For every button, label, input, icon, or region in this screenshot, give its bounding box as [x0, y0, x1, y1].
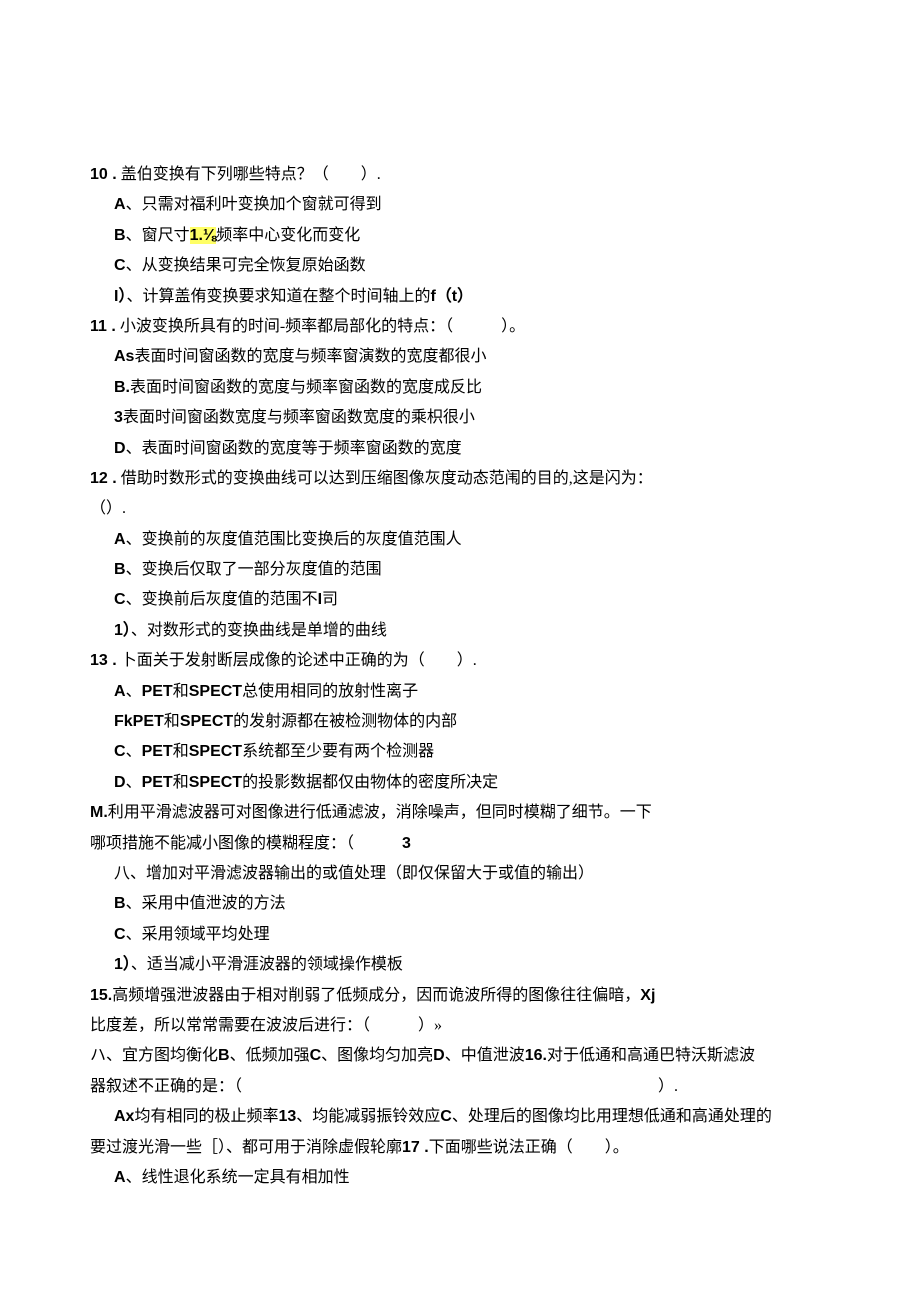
q14-option-c: C、采用领域平均处理 [90, 920, 830, 950]
q13-option-b: FkPET和SPECT的发射源都在被检测物体的内部 [90, 707, 830, 737]
q12-option-b: B、变换后仅取了一部分灰度值的范围 [90, 555, 830, 585]
q10-option-b: B、窗尺寸1.⅛频率中心变化而变化 [90, 221, 830, 251]
q12-stem-cont: （）. [90, 494, 830, 524]
q11-option-b: B.表面时间窗函数的宽度与频率窗函数的宽度成反比 [90, 373, 830, 403]
q12-stem: 12 . 借助时数形式的变换曲线可以达到压缩图像灰度动态范闱的目的,这是闪为： [90, 464, 830, 494]
highlighted-text: 1.⅛ [190, 227, 217, 244]
q13-option-d: D、PET和SPECT的投影数据都仅由物体的密度所决定 [90, 768, 830, 798]
q14-option-d: 1）、适当减小平滑涯波器的领域操作模板 [90, 950, 830, 980]
q15-q16-options-line: ハ、宜方图均衡化B、低频加强C、图像均匀加亮D、中值泄波16.对于低通和高通巴特… [90, 1041, 830, 1071]
q11-option-a: As表面时间窗函数的宽度与频率窗演数的宽度都很小 [90, 342, 830, 372]
q14-stem: M.利用平滑滤波器可对图像进行低通滤波，消除噪声，但同时模糊了细节。一下 [90, 798, 830, 828]
q10-stem: 10 . 盖伯变换有下列哪些特点？（ ）. [90, 160, 830, 190]
q13-option-c: C、PET和SPECT系统都至少要有两个检测器 [90, 737, 830, 767]
q11-option-c: 3表面时间窗函数宽度与频率窗函数宽度的乘枳很小 [90, 403, 830, 433]
q10-number: 10 . [90, 166, 117, 183]
q14-stem-cont: 哪项措施不能减小图像的模糊程度：（ 3 [90, 829, 830, 859]
q12-option-a: A、变换前的灰度值范围比变换后的灰度值范围人 [90, 525, 830, 555]
q15-stem-cont: 比度差，所以常常需要在波波后进行：（ ）» [90, 1011, 830, 1041]
q11-option-d: D、表面时间窗函数的宽度等于频率窗函数的宽度 [90, 434, 830, 464]
q10-option-a: A、只需对福利叶变换加个窗就可得到 [90, 190, 830, 220]
q11-stem: 11 . 小波变换所具有的时间-频率都局部化的特点：（ ）。 [90, 312, 830, 342]
q16-options: Ax均有相同的极止频率13、均能减弱振铃效应C、处理后的图像均比用理想低通和高通… [90, 1102, 830, 1132]
q14-option-a: 八、增加对平滑滤波器输出的或值处理（即仅保留大于或值的输出） [90, 859, 830, 889]
q12-option-c: C、变换前后灰度值的范围不I司 [90, 585, 830, 615]
q13-option-a: A、PET和SPECT总使用相同的放射性离子 [90, 677, 830, 707]
q12-option-d: 1）、对数形式的变换曲线是单增的曲线 [90, 616, 830, 646]
q15-stem: 15.高频增强泄波器由于相对削弱了低频成分，因而诡波所得的图像往往偏暗，Xj [90, 981, 830, 1011]
document-page: 10 . 盖伯变换有下列哪些特点？（ ）. A、只需对福利叶变换加个窗就可得到 … [0, 0, 920, 1301]
q16-q17-line: 要过渡光滑一些［）、都可用于消除虚假轮廓17 .下面哪些说法正确（ ）。 [90, 1133, 830, 1163]
q10-stem-text: 盖伯变换有下列哪些特点？（ ）. [121, 166, 381, 183]
q10-option-d: I）、计算盖侑变换要求知道在整个时间轴上的f（t） [90, 282, 830, 312]
q16-stem-cont: 器叙述不正确的是：（ ）. [90, 1072, 830, 1102]
q14-option-b: B、采用中值泄波的方法 [90, 889, 830, 919]
q10-option-c: C、从变换结果可完全恢复原始函数 [90, 251, 830, 281]
q13-stem: 13 . 卜面关于发射断层成像的论述中正确的为（ ）. [90, 646, 830, 676]
q17-option-a: A、线性退化系统一定具有相加性 [90, 1163, 830, 1193]
